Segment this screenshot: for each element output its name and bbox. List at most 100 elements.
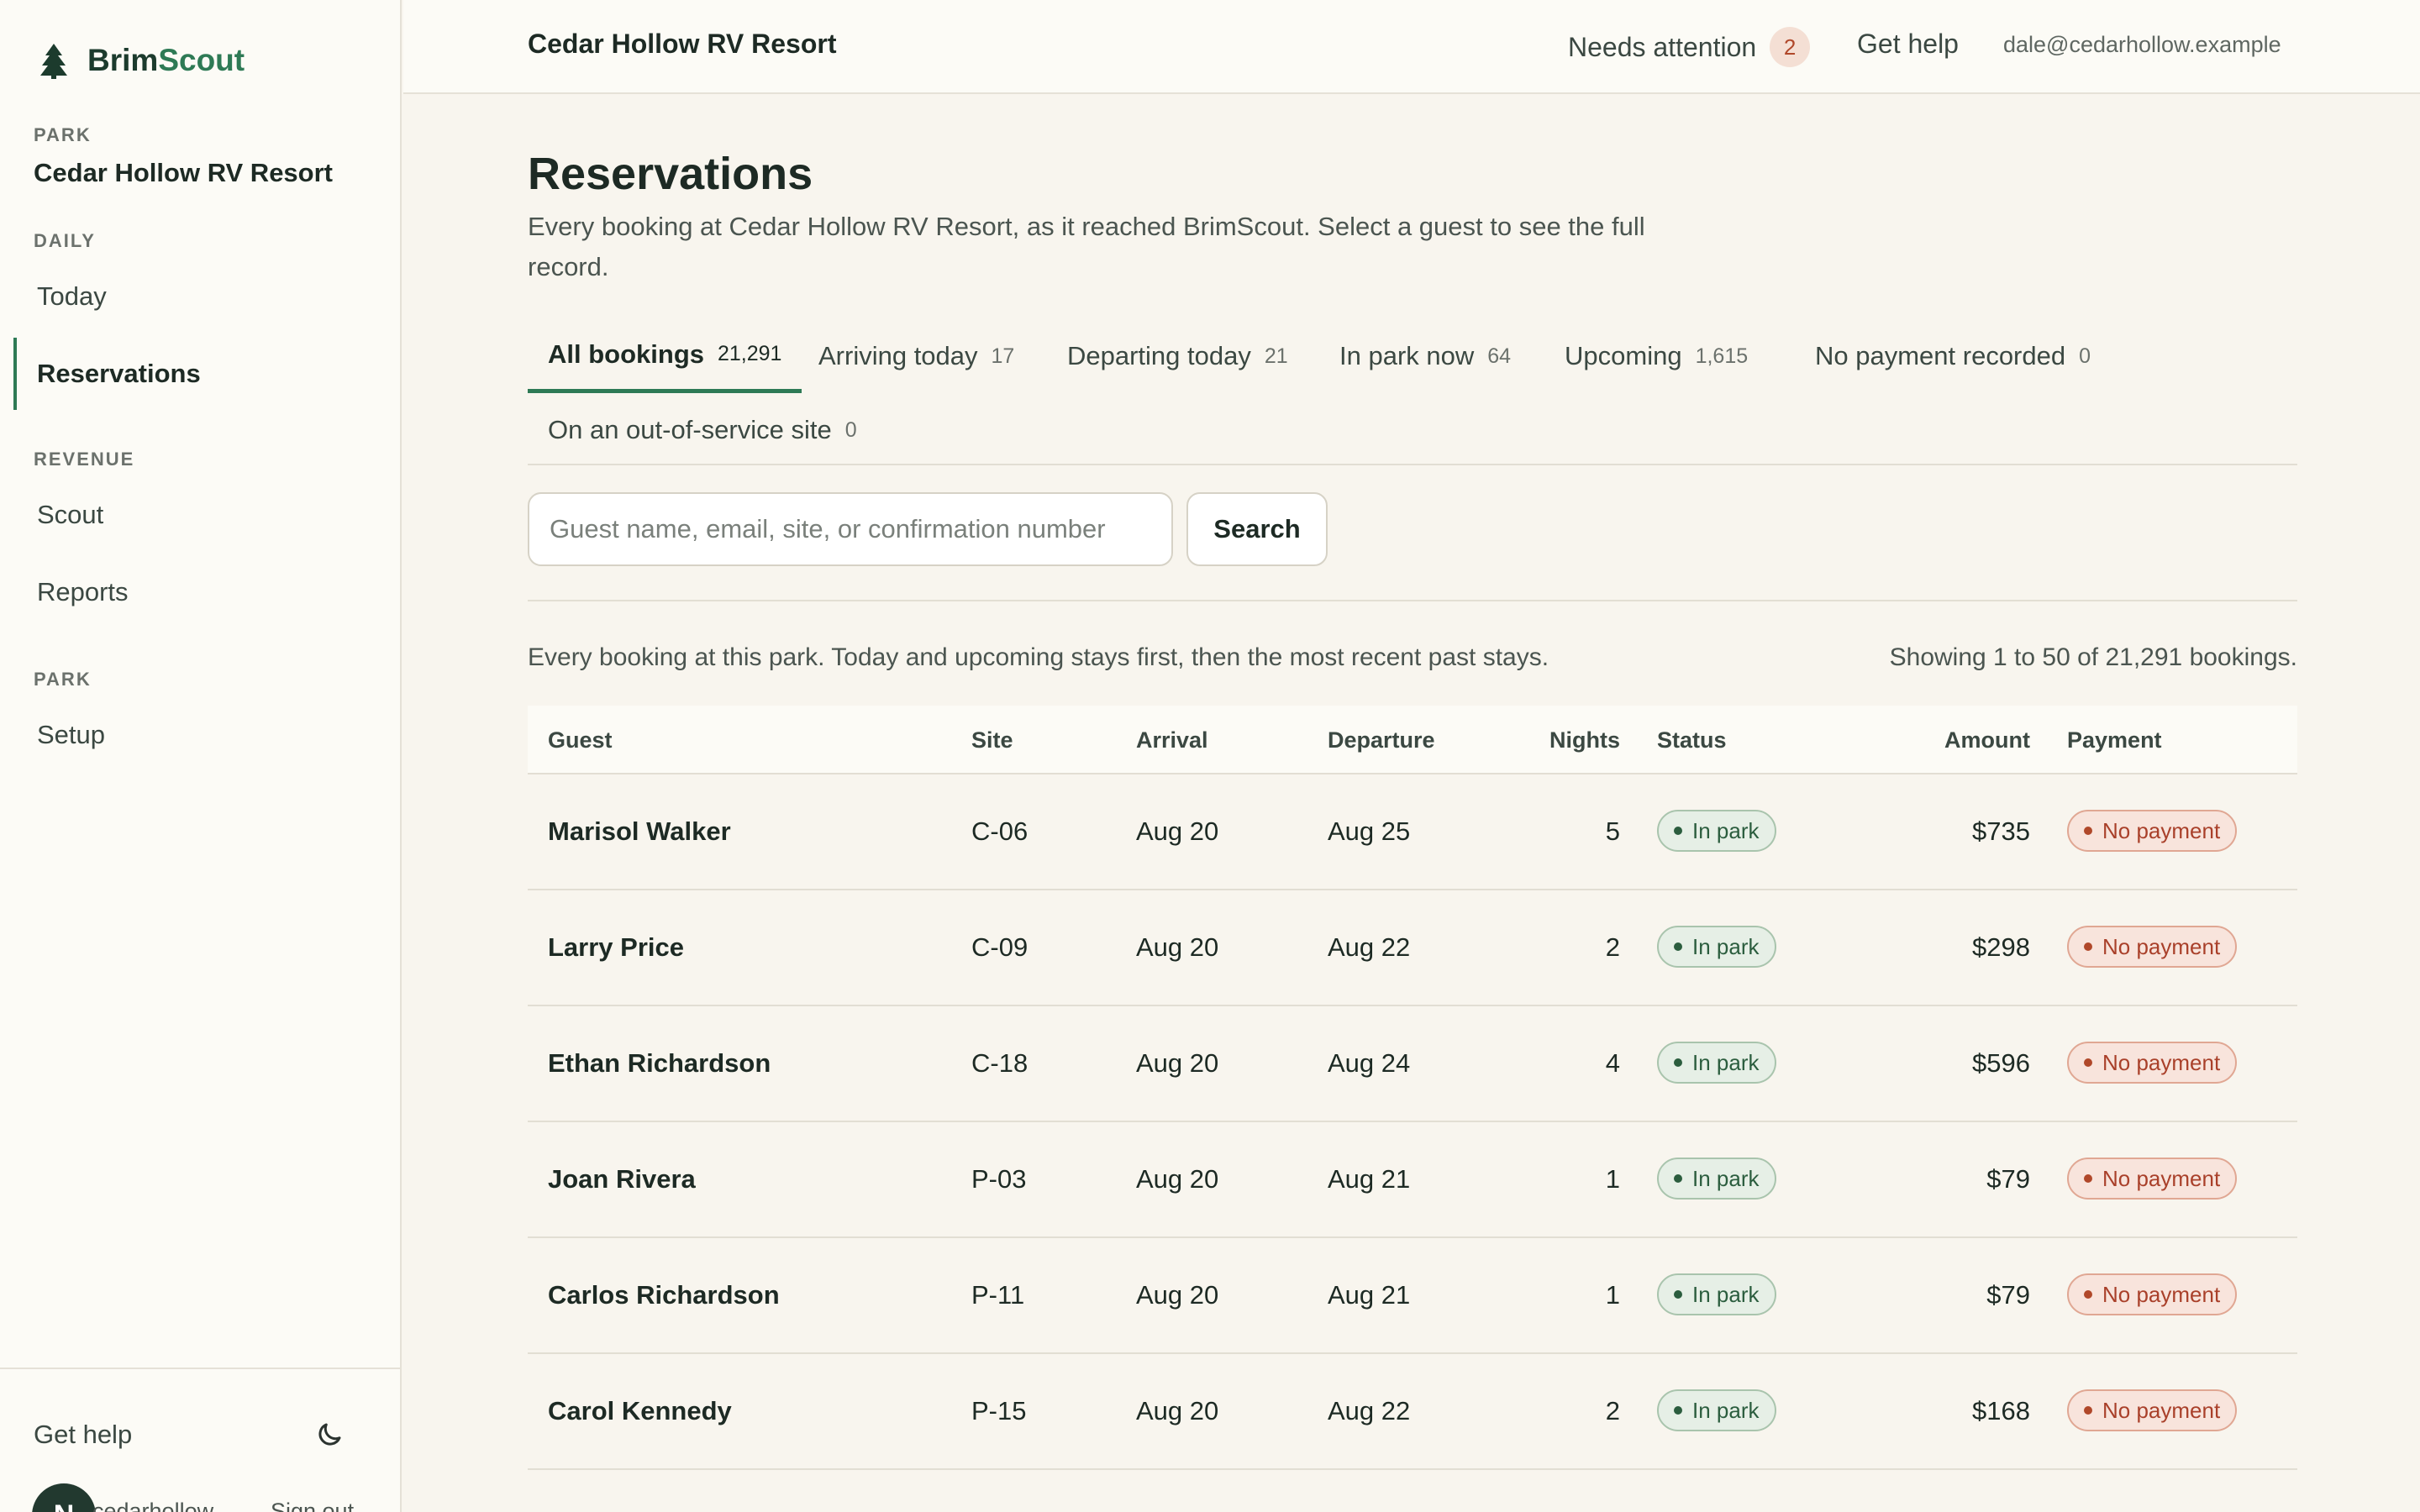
- site-cell: C-09: [971, 932, 1028, 962]
- tab-no-payment-recorded[interactable]: No payment recorded 0: [1795, 319, 2111, 393]
- tab-all-bookings[interactable]: All bookings 21,291: [528, 319, 802, 393]
- status-label: In park: [1692, 817, 1760, 843]
- tab-label: Departing today: [1067, 341, 1251, 370]
- tree-icon: [40, 44, 67, 79]
- payment-dot-icon: [2084, 1058, 2092, 1067]
- guest-name[interactable]: Ethan Richardson: [548, 1048, 771, 1079]
- status-label: In park: [1692, 1165, 1760, 1191]
- page-description: Every booking at Cedar Hollow RV Resort,…: [528, 212, 1645, 281]
- sidebar-footer: Get help N cedarhollow Sign out: [0, 1368, 400, 1512]
- needs-attention-link[interactable]: Needs attention 2: [1568, 27, 1811, 67]
- arrival-cell: Aug 20: [1136, 1280, 1219, 1310]
- payment-label: No payment: [2102, 1049, 2221, 1075]
- site-cell: P-11: [971, 1280, 1025, 1310]
- guest-name[interactable]: Larry Price: [548, 932, 684, 963]
- guest-name[interactable]: Joan Rivera: [548, 1164, 696, 1194]
- status-dot-icon: [1674, 1406, 1682, 1415]
- payment-label: No payment: [2102, 1281, 2221, 1307]
- search-button[interactable]: Search: [1186, 492, 1328, 566]
- table-header: Guest Site Arrival Departure Nights Stat…: [528, 706, 2297, 774]
- sidebar-item-setup[interactable]: Setup: [13, 699, 388, 771]
- tab-upcoming[interactable]: Upcoming 1,615: [1544, 319, 1768, 393]
- tab-label: In park now: [1339, 341, 1475, 370]
- park-setup-section-label: PARK: [34, 669, 92, 690]
- list-description: Every booking at this park. Today and up…: [528, 643, 1549, 671]
- sidebar-help-link[interactable]: Get help: [34, 1420, 132, 1450]
- topbar-help-link[interactable]: Get help: [1857, 29, 1959, 60]
- status-label: In park: [1692, 1049, 1760, 1075]
- site-cell: P-03: [971, 1164, 1027, 1194]
- amount-cell: $168: [1972, 1396, 2030, 1425]
- needs-attention-label: Needs attention: [1568, 31, 1757, 62]
- payment-badge: No payment: [2067, 1389, 2238, 1431]
- sidebar-item-label: Reservations: [37, 359, 201, 388]
- sidebar-item-label: Reports: [37, 577, 129, 606]
- sidebar-item-today[interactable]: Today: [13, 260, 388, 333]
- departure-cell: Aug 21: [1328, 1164, 1411, 1194]
- status-badge: In park: [1657, 1158, 1776, 1200]
- sidebar-item-reports[interactable]: Reports: [13, 556, 388, 628]
- site-cell: C-18: [971, 1048, 1028, 1078]
- column-header-nights[interactable]: Nights: [1549, 727, 1620, 753]
- column-header-status[interactable]: Status: [1657, 727, 1727, 753]
- needs-attention-count-badge: 2: [1770, 27, 1811, 67]
- sidebar-item-scout[interactable]: Scout: [13, 479, 388, 551]
- status-dot-icon: [1674, 827, 1682, 835]
- table-row[interactable]: Carlos Richardson P-11 Aug 20 Aug 21 1 I…: [528, 1238, 2297, 1354]
- nights-cell: 2: [1605, 1396, 1620, 1425]
- avatar[interactable]: N: [32, 1483, 96, 1512]
- guest-name[interactable]: Carlos Richardson: [548, 1280, 780, 1310]
- tab-departing-today[interactable]: Departing today 21: [1047, 319, 1308, 393]
- payment-badge: No payment: [2067, 1042, 2238, 1084]
- sidebar-item-label: Setup: [37, 720, 106, 749]
- tab-out-of-service-site[interactable]: On an out-of-service site 0: [528, 393, 877, 467]
- status-dot-icon: [1674, 1290, 1682, 1299]
- nights-cell: 4: [1605, 1048, 1620, 1078]
- departure-cell: Aug 22: [1328, 932, 1411, 962]
- status-dot-icon: [1674, 1058, 1682, 1067]
- topbar-park-title: Cedar Hollow RV Resort: [528, 29, 837, 59]
- table-row[interactable]: Larry Price C-09 Aug 20 Aug 22 2 In park…: [528, 890, 2297, 1006]
- column-header-arrival[interactable]: Arrival: [1136, 727, 1208, 753]
- amount-cell: $735: [1972, 816, 2030, 846]
- amount-cell: $596: [1972, 1048, 2030, 1078]
- status-dot-icon: [1674, 1174, 1682, 1183]
- revenue-section-label: REVENUE: [34, 449, 135, 470]
- page-title: Reservations: [528, 149, 813, 199]
- column-header-amount[interactable]: Amount: [1944, 727, 2030, 753]
- arrival-cell: Aug 20: [1136, 1164, 1219, 1194]
- sign-out-link[interactable]: Sign out: [271, 1499, 354, 1512]
- tab-arriving-today[interactable]: Arriving today 17: [798, 319, 1034, 393]
- column-header-site[interactable]: Site: [971, 727, 1013, 753]
- park-section-label: PARK: [34, 124, 92, 145]
- tab-label: Upcoming: [1565, 341, 1682, 370]
- payment-label: No payment: [2102, 1397, 2221, 1423]
- moon-icon[interactable]: [314, 1420, 345, 1450]
- table-row[interactable]: Carol Kennedy P-15 Aug 20 Aug 22 2 In pa…: [528, 1354, 2297, 1470]
- search-input[interactable]: [528, 492, 1173, 566]
- daily-section-label: DAILY: [34, 230, 96, 251]
- guest-name[interactable]: Marisol Walker: [548, 816, 731, 847]
- sidebar-item-reservations[interactable]: Reservations: [13, 338, 388, 410]
- divider: [528, 600, 2297, 601]
- table-row[interactable]: Ethan Richardson C-18 Aug 20 Aug 24 4 In…: [528, 1006, 2297, 1122]
- payment-dot-icon: [2084, 942, 2092, 951]
- tab-in-park-now[interactable]: In park now 64: [1319, 319, 1531, 393]
- tab-count: 64: [1487, 344, 1512, 368]
- table-row[interactable]: Joan Rivera P-03 Aug 20 Aug 21 1 In park…: [528, 1122, 2297, 1238]
- column-header-guest[interactable]: Guest: [548, 727, 613, 753]
- arrival-cell: Aug 20: [1136, 932, 1219, 962]
- user-email[interactable]: dale@cedarhollow.example: [2003, 32, 2281, 58]
- guest-name[interactable]: Carol Kennedy: [548, 1396, 732, 1426]
- nights-cell: 1: [1605, 1280, 1620, 1310]
- payment-label: No payment: [2102, 1165, 2221, 1191]
- payment-dot-icon: [2084, 827, 2092, 835]
- table-row[interactable]: Marisol Walker C-06 Aug 20 Aug 25 5 In p…: [528, 774, 2297, 890]
- payment-dot-icon: [2084, 1290, 2092, 1299]
- status-label: In park: [1692, 933, 1760, 959]
- brand-logo[interactable]: BrimScout: [37, 42, 245, 79]
- column-header-departure[interactable]: Departure: [1328, 727, 1435, 753]
- tab-label: No payment recorded: [1815, 341, 2066, 370]
- column-header-payment[interactable]: Payment: [2067, 727, 2162, 753]
- tab-count: 0: [2079, 344, 2091, 368]
